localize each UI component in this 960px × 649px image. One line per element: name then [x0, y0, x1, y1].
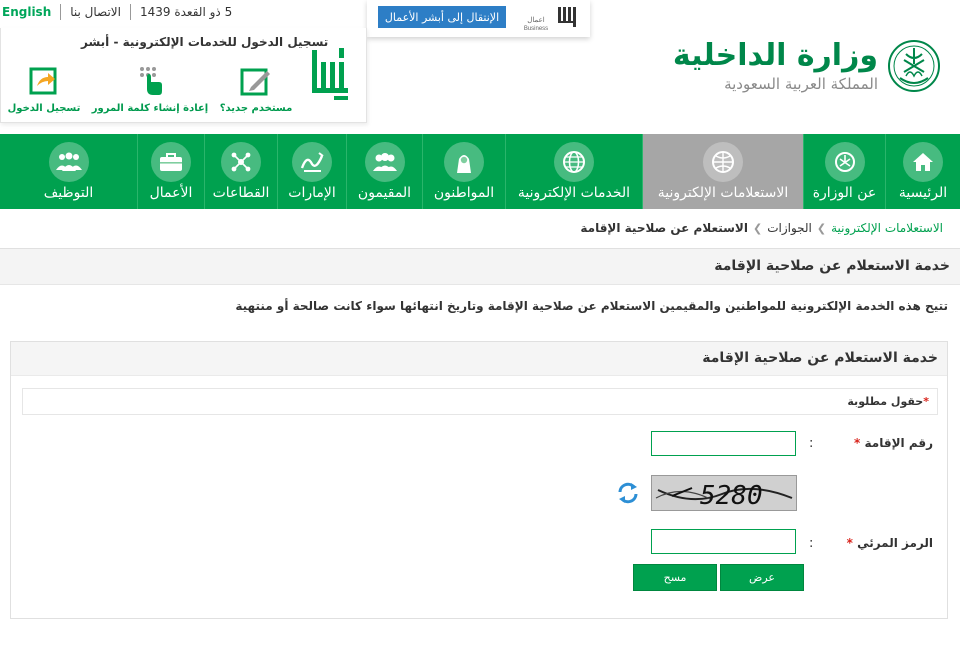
nav-item-home[interactable]: الرئيسية [885, 134, 960, 209]
required-note-text: *حقول مطلوبة [847, 395, 929, 408]
business-banner: الإنتقال إلى أبشر الأعمال اعمال Business [367, 0, 590, 37]
nav-item-citizens[interactable]: المواطنون [422, 134, 505, 209]
e-inquiries-icon [703, 142, 743, 182]
svg-text:Business: Business [524, 26, 548, 32]
clear-button[interactable]: مسح [633, 564, 717, 591]
globe-icon [554, 142, 594, 182]
password-reset-action[interactable]: إعادة إنشاء كلمة المرور [92, 64, 208, 114]
new-user-icon [238, 64, 274, 98]
nav-item-e-inquiries[interactable]: الاستعلامات الإلكترونية [642, 134, 803, 209]
nav-label: الرئيسية [898, 185, 948, 201]
form-header: خدمة الاستعلام عن صلاحية الإقامة [11, 342, 947, 376]
nav-label: المقيمون [357, 185, 412, 201]
inquiry-form: خدمة الاستعلام عن صلاحية الإقامة *حقول م… [10, 341, 948, 619]
refresh-captcha-icon[interactable] [616, 481, 640, 505]
nav-label: المواطنون [433, 185, 495, 201]
login-action-label: تسجيل الدخول [7, 103, 81, 114]
absher-business-logo[interactable]: اعمال Business [520, 4, 578, 34]
required-fields-note: *حقول مطلوبة [22, 388, 938, 415]
sectors-icon [221, 142, 261, 182]
visual-code-label: الرمز المرئي * [847, 536, 933, 550]
login-action[interactable]: تسجيل الدخول [8, 64, 80, 114]
saudi-emblem-icon [886, 32, 942, 100]
emblem-icon [824, 142, 865, 182]
submit-button[interactable]: عرض [720, 564, 804, 591]
breadcrumb-passports[interactable]: الجوازات [767, 221, 812, 235]
language-link[interactable]: English [0, 5, 51, 19]
new-user-action[interactable]: مستخدم جديد؟ [220, 64, 292, 114]
svg-text:اعمال: اعمال [527, 16, 544, 24]
required-star: * [854, 436, 861, 450]
breadcrumb-root[interactable]: الاستعلامات الإلكترونية [831, 221, 943, 235]
chevron-left-icon: ❯ [752, 221, 763, 235]
nav-label: التوظيف [43, 185, 94, 201]
iqama-label-text: رقم الإقامة [864, 436, 933, 450]
nav-item-residents[interactable]: المقيمون [346, 134, 422, 209]
nav-label: الخدمات الإلكترونية [517, 185, 631, 201]
form-title: خدمة الاستعلام عن صلاحية الإقامة [702, 350, 938, 366]
ministry-text: وزارة الداخلية المملكة العربية السعودية [673, 38, 878, 94]
nav-item-employment[interactable]: التوظيف [0, 134, 137, 209]
password-reset-icon [132, 64, 168, 98]
nav-label: الاستعلامات الإلكترونية [657, 185, 789, 201]
breadcrumb: الاستعلامات الإلكترونية ❯ الجوازات ❯ الا… [580, 221, 943, 235]
absher-login-panel: تسجيل الدخول للخدمات الإلكترونية - أبشر … [0, 28, 367, 123]
password-reset-label: إعادة إنشاء كلمة المرور [91, 103, 209, 114]
ministry-country: المملكة العربية السعودية [724, 75, 878, 93]
new-user-label: مستخدم جديد؟ [219, 103, 293, 114]
visual-code-label-text: الرمز المرئي [857, 536, 933, 550]
login-panel-title: تسجيل الدخول للخدمات الإلكترونية - أبشر [81, 35, 329, 49]
iqama-label: رقم الإقامة * [854, 436, 933, 450]
required-star: * [923, 395, 929, 408]
emirates-icon [292, 142, 332, 182]
home-icon [903, 142, 943, 182]
contact-link[interactable]: الاتصال بنا [70, 5, 121, 19]
ministry-logo[interactable]: وزارة الداخلية المملكة العربية السعودية [673, 28, 942, 104]
business-switch-button[interactable]: الإنتقال إلى أبشر الأعمال [378, 6, 506, 28]
nav-label: الأعمال [149, 185, 193, 201]
ministry-name: وزارة الداخلية [672, 38, 878, 73]
page-title: خدمة الاستعلام عن صلاحية الإقامة [714, 258, 950, 274]
residents-icon [364, 142, 405, 182]
colon: : [809, 436, 814, 451]
employment-icon [48, 142, 89, 182]
chevron-left-icon: ❯ [816, 221, 827, 235]
login-arrow-icon [26, 64, 62, 98]
page-header: خدمة الاستعلام عن صلاحية الإقامة [0, 248, 960, 285]
divider [129, 4, 131, 20]
citizen-icon [444, 142, 484, 182]
captcha-text: 5280 [700, 481, 763, 511]
main-nav: الرئيسية عن الوزارة الاستعلامات الإلكترو… [0, 134, 960, 209]
nav-label: الإمارات [288, 185, 336, 201]
breadcrumb-current: الاستعلام عن صلاحية الإقامة [580, 221, 748, 235]
iqama-number-input[interactable] [651, 431, 796, 456]
login-actions: تسجيل الدخول إعادة إنشاء كلمة المرور مست… [8, 64, 292, 114]
page-description: تتيح هذه الخدمة الإلكترونية للمواطنين وا… [235, 299, 948, 313]
briefcase-icon [151, 142, 191, 182]
utility-bar: English الاتصال بنا 5 ذو القعدة 1439 [0, 0, 232, 24]
nav-label: عن الوزارة [812, 185, 877, 201]
required-star: * [846, 536, 853, 550]
visual-code-input[interactable] [651, 529, 796, 554]
captcha-image: 5280 [651, 475, 797, 511]
absher-logo[interactable] [308, 44, 352, 106]
required-note-label: حقول مطلوبة [847, 395, 924, 408]
divider [60, 4, 62, 20]
nav-item-about[interactable]: عن الوزارة [803, 134, 885, 209]
nav-item-sectors[interactable]: القطاعات [204, 134, 277, 209]
nav-item-emirates[interactable]: الإمارات [277, 134, 346, 209]
hijri-date: 5 ذو القعدة 1439 [139, 5, 233, 19]
nav-item-business[interactable]: الأعمال [137, 134, 204, 209]
nav-item-e-services[interactable]: الخدمات الإلكترونية [505, 134, 642, 209]
colon: : [809, 536, 814, 551]
nav-label: القطاعات [212, 185, 270, 201]
